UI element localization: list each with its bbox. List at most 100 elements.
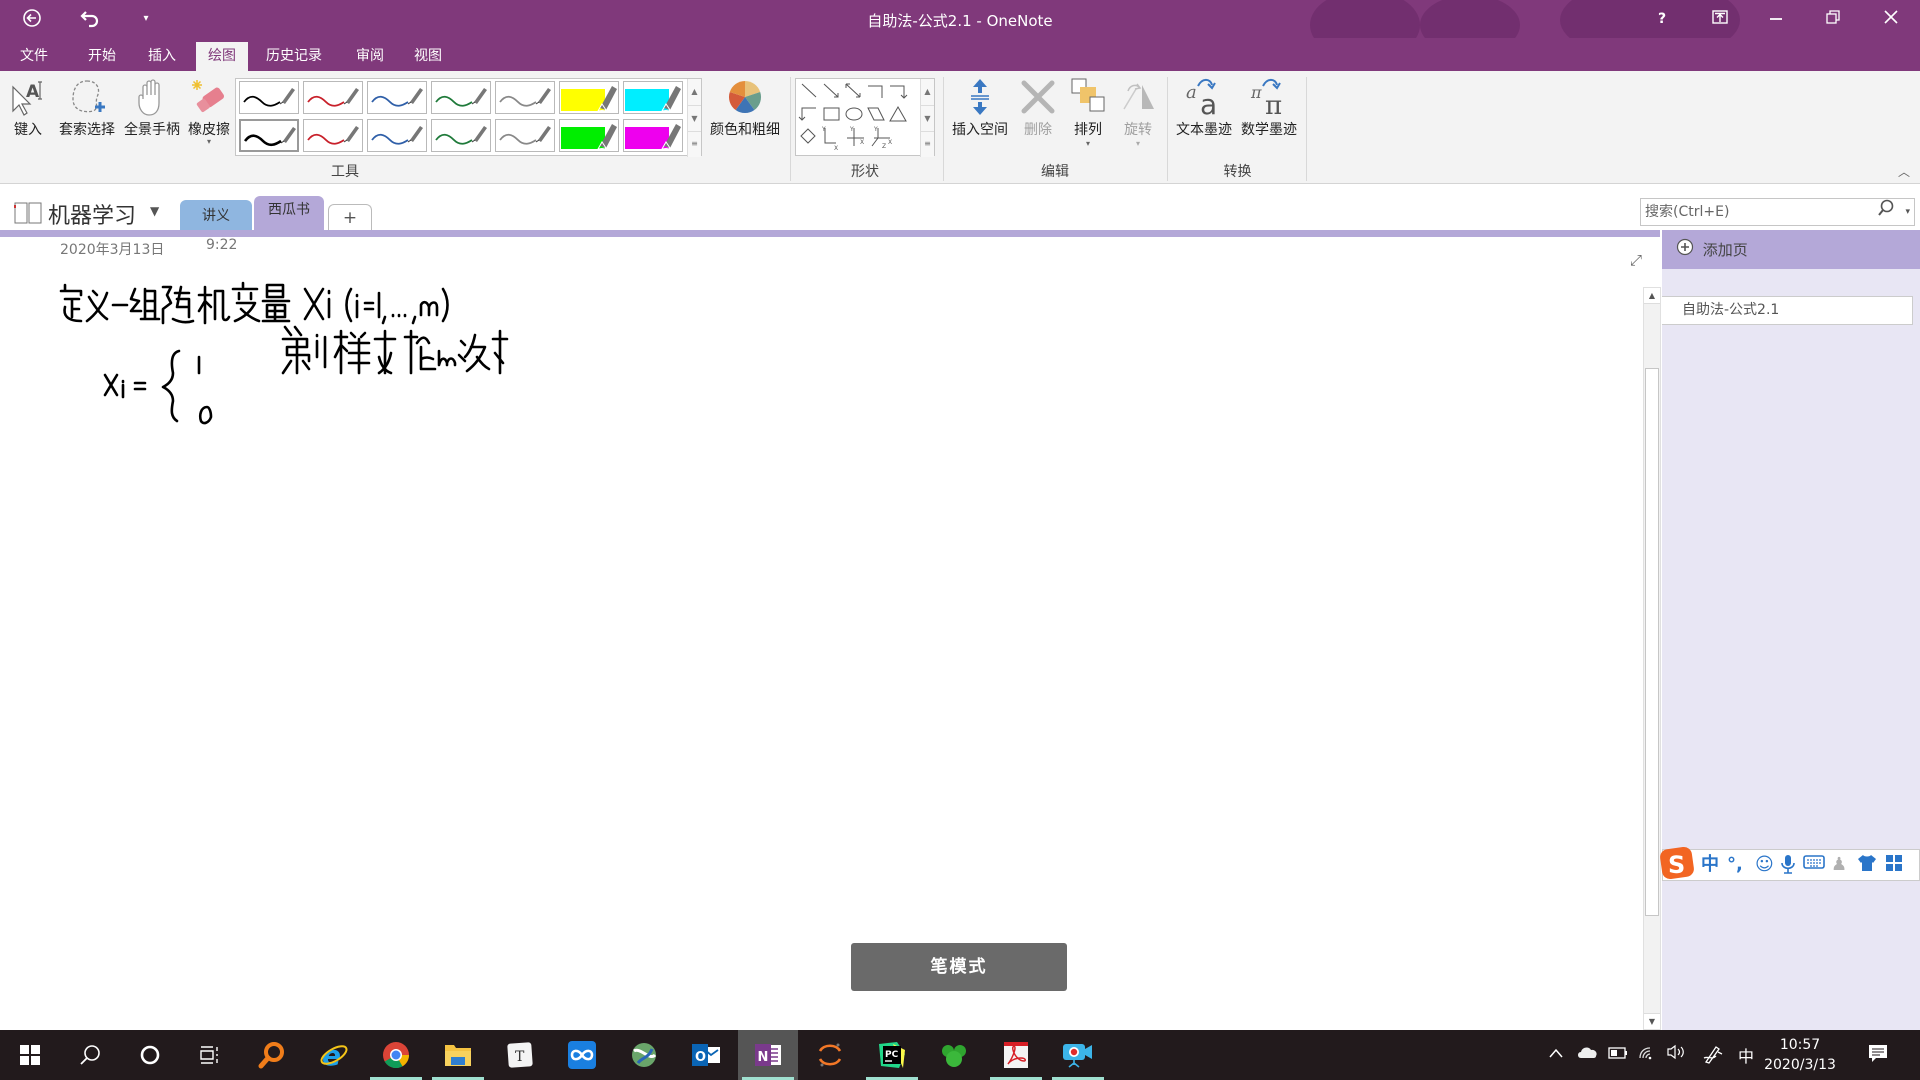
keyboard-icon[interactable] xyxy=(1803,854,1825,876)
tab-home[interactable]: 开始 xyxy=(78,42,126,71)
shapes-expand-icon[interactable]: ≡ xyxy=(921,131,934,155)
system-clock[interactable]: 10:57 2020/3/13 xyxy=(1755,1035,1845,1075)
pen-swatch[interactable] xyxy=(495,119,555,152)
pen-swatch[interactable] xyxy=(367,119,427,152)
taskbar-app-globe[interactable] xyxy=(614,1030,674,1080)
add-page-button[interactable]: 添加页 xyxy=(1662,230,1920,269)
scroll-down-icon[interactable]: ▼ xyxy=(1644,1013,1660,1029)
search-icon[interactable] xyxy=(1878,199,1894,226)
pan-hand-button[interactable]: 全景手柄 xyxy=(120,75,184,139)
handwritten-ink[interactable] xyxy=(55,277,515,457)
page-vertical-scrollbar[interactable]: ▲ ▼ xyxy=(1643,287,1661,1030)
close-button[interactable] xyxy=(1876,6,1906,32)
volume-icon[interactable] xyxy=(1666,1044,1688,1064)
pen-swatch[interactable] xyxy=(303,119,363,152)
minimize-button[interactable] xyxy=(1761,6,1791,32)
scrollbar-thumb[interactable] xyxy=(1645,368,1659,916)
lasso-select-button[interactable]: 套索选择 xyxy=(55,75,119,139)
pen-swatch[interactable] xyxy=(239,119,299,152)
user-icon[interactable]: ♟ xyxy=(1831,854,1847,876)
shapes-icons[interactable]: YXYXYZX xyxy=(798,80,922,156)
page-canvas[interactable]: 2020年3月13日 9:22 ⤢ xyxy=(0,237,1643,1030)
pen-swatch[interactable] xyxy=(303,81,363,114)
highlighter-swatch[interactable] xyxy=(623,119,683,152)
tab-file[interactable]: 文件 xyxy=(10,42,58,71)
highlighter-swatch[interactable] xyxy=(559,119,619,152)
emoji-icon[interactable]: ☺ xyxy=(1755,854,1774,876)
task-view-button[interactable] xyxy=(180,1030,240,1080)
page-list-item[interactable]: 自助法-公式2.1 xyxy=(1662,296,1913,325)
expand-page-icon[interactable]: ⤢ xyxy=(1630,251,1642,269)
ink-to-math-button[interactable]: ππ 数学墨迹 xyxy=(1237,75,1301,139)
taskbar-app-onenote[interactable]: N xyxy=(738,1030,798,1080)
taskbar-app-pycharm[interactable]: PC xyxy=(862,1030,922,1080)
sogou-logo-icon[interactable]: S xyxy=(1659,844,1697,886)
input-language-indicator[interactable]: 中 xyxy=(1738,1043,1754,1067)
add-section-button[interactable]: + xyxy=(328,204,372,230)
highlighter-swatch[interactable] xyxy=(559,81,619,114)
taskbar-app-green[interactable] xyxy=(924,1030,984,1080)
ime-mode-chinese[interactable]: 中 xyxy=(1701,854,1719,876)
pen-swatch[interactable] xyxy=(431,119,491,152)
taskbar-app-outlook[interactable]: O xyxy=(676,1030,736,1080)
taskbar-app-internet-explorer[interactable]: e xyxy=(304,1030,364,1080)
scroll-up-icon[interactable]: ▲ xyxy=(1644,288,1660,304)
taskbar-app-infinity[interactable] xyxy=(552,1030,612,1080)
wifi-icon[interactable] xyxy=(1638,1044,1658,1064)
tab-insert[interactable]: 插入 xyxy=(138,42,186,71)
onedrive-icon[interactable] xyxy=(1576,1044,1598,1063)
tab-draw[interactable]: 绘图 xyxy=(196,42,248,71)
toolbox-grid-icon[interactable] xyxy=(1885,854,1903,878)
restore-button[interactable] xyxy=(1818,6,1848,32)
pen-workspace-icon[interactable] xyxy=(1702,1044,1724,1068)
delete-button[interactable]: 删除 xyxy=(1014,75,1062,139)
taskbar-search-button[interactable] xyxy=(60,1030,120,1080)
arrange-dropdown-icon[interactable]: ▾ xyxy=(1064,139,1112,148)
search-scope-dropdown-icon[interactable]: ▾ xyxy=(1905,199,1910,225)
shapes-gallery-scroll[interactable]: ▲ ▼ ≡ xyxy=(920,79,934,157)
taskbar-app-screen-recorder[interactable] xyxy=(1048,1030,1108,1080)
pen-swatch[interactable] xyxy=(367,81,427,114)
pen-swatch[interactable] xyxy=(495,81,555,114)
shapes-down-icon[interactable]: ▼ xyxy=(921,105,934,131)
taskbar-app-file-explorer[interactable] xyxy=(428,1030,488,1080)
start-button[interactable] xyxy=(0,1030,60,1080)
notebook-name[interactable]: 机器学习 xyxy=(48,198,136,230)
tab-review[interactable]: 审阅 xyxy=(346,42,394,71)
taskbar-app-everything[interactable] xyxy=(242,1030,302,1080)
notebook-dropdown-icon[interactable]: ▼ xyxy=(150,204,159,218)
section-tab-lecture[interactable]: 讲义 xyxy=(180,200,252,230)
show-hidden-icons-button[interactable] xyxy=(1548,1044,1564,1063)
type-button[interactable]: A 键入 xyxy=(8,75,48,139)
battery-icon[interactable] xyxy=(1608,1044,1628,1063)
fullscreen-button[interactable] xyxy=(1705,6,1735,32)
rotate-button[interactable]: 旋转 ▾ xyxy=(1114,75,1162,148)
collapse-ribbon-icon[interactable]: ︿ xyxy=(1898,163,1910,180)
skin-tshirt-icon[interactable] xyxy=(1857,854,1877,878)
insert-space-button[interactable]: 插入空间 xyxy=(948,75,1012,139)
ime-punctuation[interactable]: °, xyxy=(1727,854,1743,876)
taskbar-app-acrobat[interactable] xyxy=(986,1030,1046,1080)
rotate-dropdown-icon[interactable]: ▾ xyxy=(1114,139,1162,148)
taskbar-app-chrome[interactable] xyxy=(366,1030,426,1080)
shapes-up-icon[interactable]: ▲ xyxy=(921,79,934,105)
pen-swatch[interactable] xyxy=(431,81,491,114)
taskbar-app-jupyter[interactable] xyxy=(800,1030,860,1080)
eraser-button[interactable]: 橡皮擦 ▾ xyxy=(185,75,233,146)
cortana-button[interactable] xyxy=(120,1030,180,1080)
highlighter-swatch[interactable] xyxy=(623,81,683,114)
action-center-icon[interactable] xyxy=(1868,1044,1890,1068)
color-thickness-button[interactable]: 颜色和粗细 xyxy=(706,75,784,139)
ink-to-text-button[interactable]: aa 文本墨迹 xyxy=(1172,75,1236,139)
tab-history[interactable]: 历史记录 xyxy=(256,42,332,71)
section-tab-watermelon-book[interactable]: 西瓜书 xyxy=(254,196,324,230)
arrange-button[interactable]: 排列 ▾ xyxy=(1064,75,1112,148)
gallery-down-icon[interactable]: ▼ xyxy=(688,105,701,131)
microphone-icon[interactable] xyxy=(1781,854,1795,880)
gallery-up-icon[interactable]: ▲ xyxy=(688,79,701,105)
tab-view[interactable]: 视图 xyxy=(404,42,452,71)
pen-swatch[interactable] xyxy=(239,81,299,114)
gallery-expand-icon[interactable]: ≡ xyxy=(688,131,701,155)
search-input[interactable]: 搜索(Ctrl+E) ▾ xyxy=(1640,198,1915,226)
help-button[interactable]: ? xyxy=(1647,6,1677,32)
